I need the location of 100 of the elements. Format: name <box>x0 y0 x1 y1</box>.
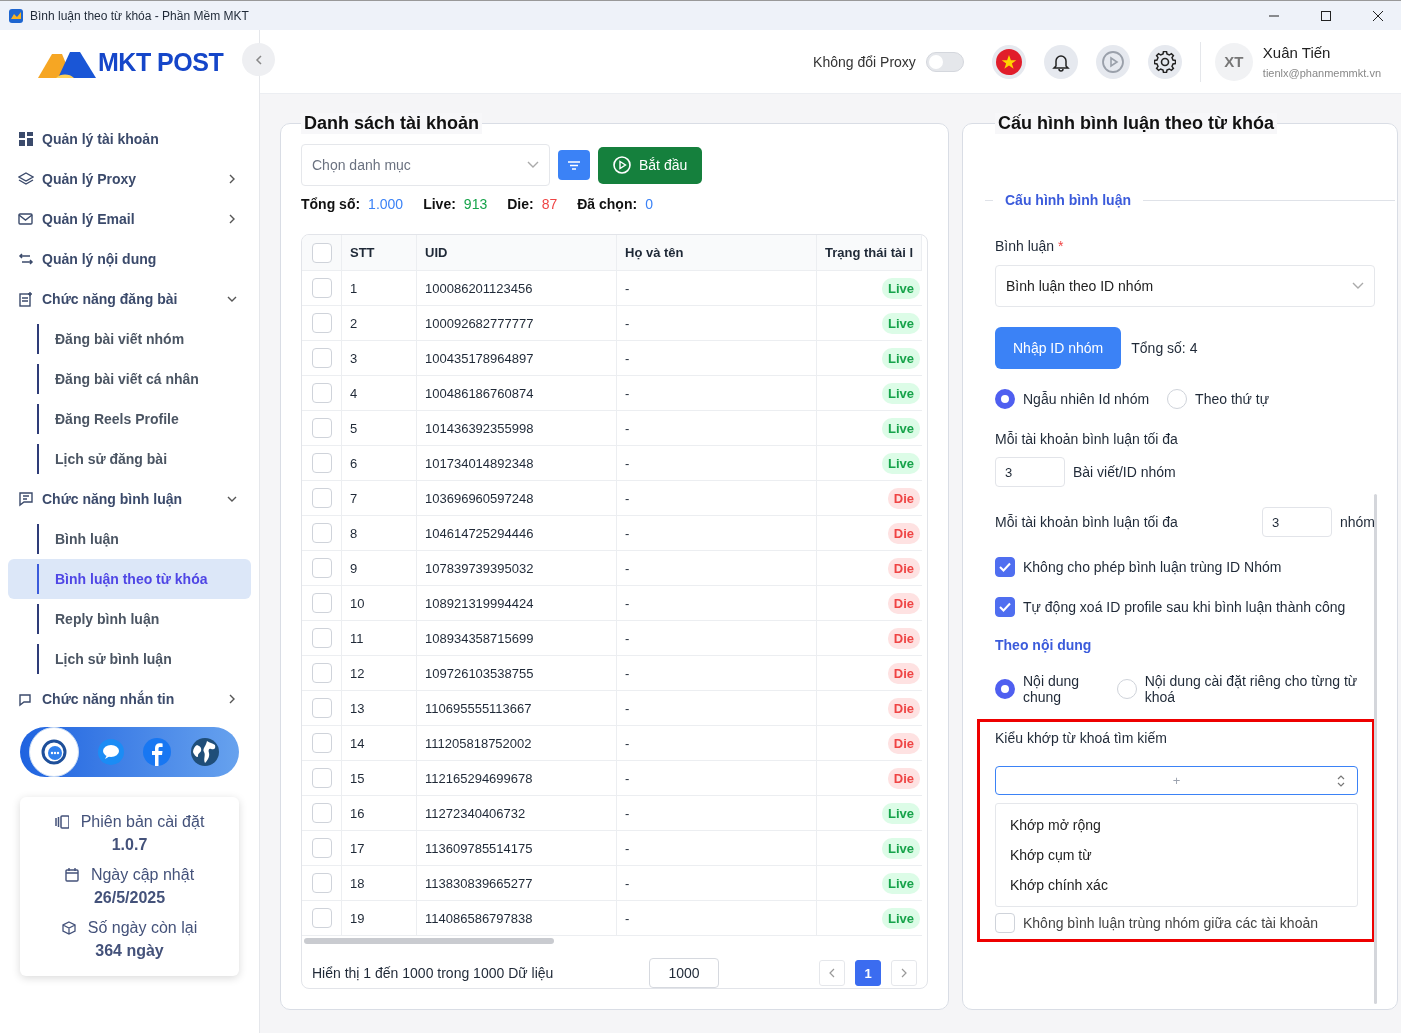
menu-item[interactable]: Khớp mở rộng <box>996 810 1357 840</box>
layers-icon <box>18 171 34 187</box>
status-badge: Die <box>887 732 920 754</box>
info-value: 364 ngày <box>95 942 164 960</box>
sidebar-subitem[interactable]: Reply bình luận <box>8 599 251 639</box>
table-cell: - <box>617 341 817 375</box>
table-cell: 100086201123456 <box>417 271 617 305</box>
sort-arrows-icon <box>1337 775 1345 787</box>
page-size-field[interactable]: 1000 <box>649 958 719 988</box>
settings-button[interactable] <box>1147 44 1182 79</box>
table-cell: - <box>617 586 817 620</box>
checkbox[interactable] <box>995 557 1015 577</box>
language-button[interactable] <box>991 44 1026 79</box>
filter-button[interactable] <box>558 150 590 180</box>
import-button[interactable]: Nhập ID nhóm <box>995 327 1122 369</box>
sidebar-item[interactable]: Chức năng nhắn tin <box>0 679 259 710</box>
table-cell: 104614725294446 <box>417 516 617 550</box>
table-cell: - <box>617 516 817 550</box>
table-cell: 110695555113667 <box>417 691 617 725</box>
stat-value: 913 <box>463 196 488 212</box>
table-cell: 109726103538755 <box>417 656 617 690</box>
status-badge: Die <box>887 487 920 509</box>
maximize-icon[interactable] <box>1321 10 1331 21</box>
checkbox[interactable] <box>995 597 1015 617</box>
table-cell: - <box>617 691 817 725</box>
play-button[interactable] <box>1095 44 1130 79</box>
pagination-summary: Hiển thị 1 đến 1000 trong 1000 Dữ liệu <box>312 965 555 981</box>
number-field[interactable]: 3 <box>995 457 1065 487</box>
chat-bubble-icon[interactable] <box>96 738 125 766</box>
table-cell: 108921319994424 <box>417 586 617 620</box>
check-icon <box>999 562 1011 572</box>
unit-label: Bài viết/ID nhóm <box>1073 464 1176 480</box>
sidebar-item[interactable]: Quản lý nội dung <box>0 239 259 279</box>
table-cell: 14 <box>342 726 417 760</box>
facebook-icon[interactable] <box>142 737 173 767</box>
start-button[interactable]: Bắt đầu <box>598 146 703 184</box>
scrollbar[interactable] <box>304 938 554 944</box>
sidebar-item[interactable]: Quản lý Proxy <box>0 159 259 199</box>
table-cell: 114086586797838 <box>417 901 617 935</box>
category-select[interactable]: Chọn danh mục <box>301 144 550 186</box>
sidebar-item[interactable]: Quản lý Email <box>0 199 259 239</box>
table-cell: - <box>617 411 817 445</box>
comment-type-select[interactable]: Bình luận theo ID nhóm <box>995 265 1375 307</box>
info-label: Ngày cập nhật <box>90 866 195 884</box>
chevron-left-icon <box>254 54 263 65</box>
radio-button[interactable] <box>995 679 1015 699</box>
sidebar-subitem[interactable]: Bình luận theo từ khóa <box>8 559 251 599</box>
sidebar-subitem[interactable]: Lịch sử bình luận <box>8 639 251 679</box>
menu-item[interactable]: Khớp chính xác <box>996 870 1357 900</box>
status-badge: Live <box>882 347 920 369</box>
sidebar-subitem[interactable]: Bình luận <box>8 519 251 559</box>
panel-title: Danh sách tài khoản <box>301 113 483 134</box>
toggle-label: Không đổi Proxy <box>813 53 916 70</box>
status-badge: Live <box>882 872 920 894</box>
section-heading: Theo nội dung <box>995 637 1093 653</box>
previous-page-button[interactable] <box>819 960 845 986</box>
status-badge: Live <box>882 837 920 859</box>
table-cell: 11 <box>342 621 417 655</box>
notification-button[interactable] <box>1043 44 1078 79</box>
box-icon <box>61 921 76 935</box>
proxy-toggle[interactable] <box>925 51 964 72</box>
table-cell: - <box>617 376 817 410</box>
table-cell: - <box>617 901 817 935</box>
checkbox-label: Không cho phép bình luận trùng ID Nhóm <box>1023 559 1282 575</box>
sidebar-item[interactable]: Chức năng bình luận <box>0 479 259 519</box>
field-label: Mỗi tài khoản bình luận tối đa <box>995 514 1179 530</box>
user-email: tienlx@phanmemmkt.vn <box>1262 67 1381 79</box>
table-cell: 111205818752002 <box>417 726 617 760</box>
status-badge: Die <box>887 627 920 649</box>
radio-button[interactable] <box>995 389 1015 409</box>
next-page-button[interactable] <box>891 960 917 986</box>
dashboard-icon <box>18 131 34 147</box>
globe-icon[interactable] <box>190 737 221 767</box>
table-cell: - <box>617 446 817 480</box>
radio-option[interactable]: Theo thứ tự <box>1167 389 1270 409</box>
column-header: UID <box>417 235 617 270</box>
comment-icon <box>18 491 34 507</box>
table-cell: - <box>617 621 817 655</box>
close-icon[interactable] <box>1373 10 1383 21</box>
sidebar-subitem[interactable]: Đăng bài viết cá nhân <box>8 359 251 399</box>
support-button[interactable] <box>28 727 79 777</box>
play-icon <box>613 156 631 174</box>
page-button[interactable]: 1 <box>855 960 881 986</box>
sidebar-item[interactable]: Chức năng đăng bài <box>0 279 259 319</box>
sidebar-subitem[interactable]: Đăng bài viết nhóm <box>8 319 251 359</box>
number-field[interactable]: 3 <box>1261 507 1332 537</box>
radio-option[interactable]: Nội dung cài đặt riêng cho từng từ khoá <box>1116 673 1375 705</box>
menu-item[interactable]: Khớp cụm từ <box>996 840 1357 870</box>
chevron-down-icon <box>1352 282 1364 290</box>
panel-title: Cấu hình bình luận theo từ khóa <box>995 113 1278 134</box>
sidebar-subitem[interactable]: Đăng Reels Profile <box>8 399 251 439</box>
radio-option[interactable]: Ngẫu nhiên Id nhóm <box>995 389 1150 409</box>
sidebar-item[interactable]: Quản lý tài khoản <box>0 119 259 159</box>
scrollbar[interactable] <box>1374 494 1377 1004</box>
sidebar-subitem[interactable]: Lịch sử đăng bài <box>8 439 251 479</box>
column-header: Họ và tên <box>617 235 817 270</box>
table-cell: 100092682777777 <box>417 306 617 340</box>
unit-label: nhóm <box>1339 514 1375 530</box>
radio-option[interactable]: Nội dung chung <box>995 673 1095 705</box>
avatar[interactable]: XT <box>1214 42 1253 81</box>
